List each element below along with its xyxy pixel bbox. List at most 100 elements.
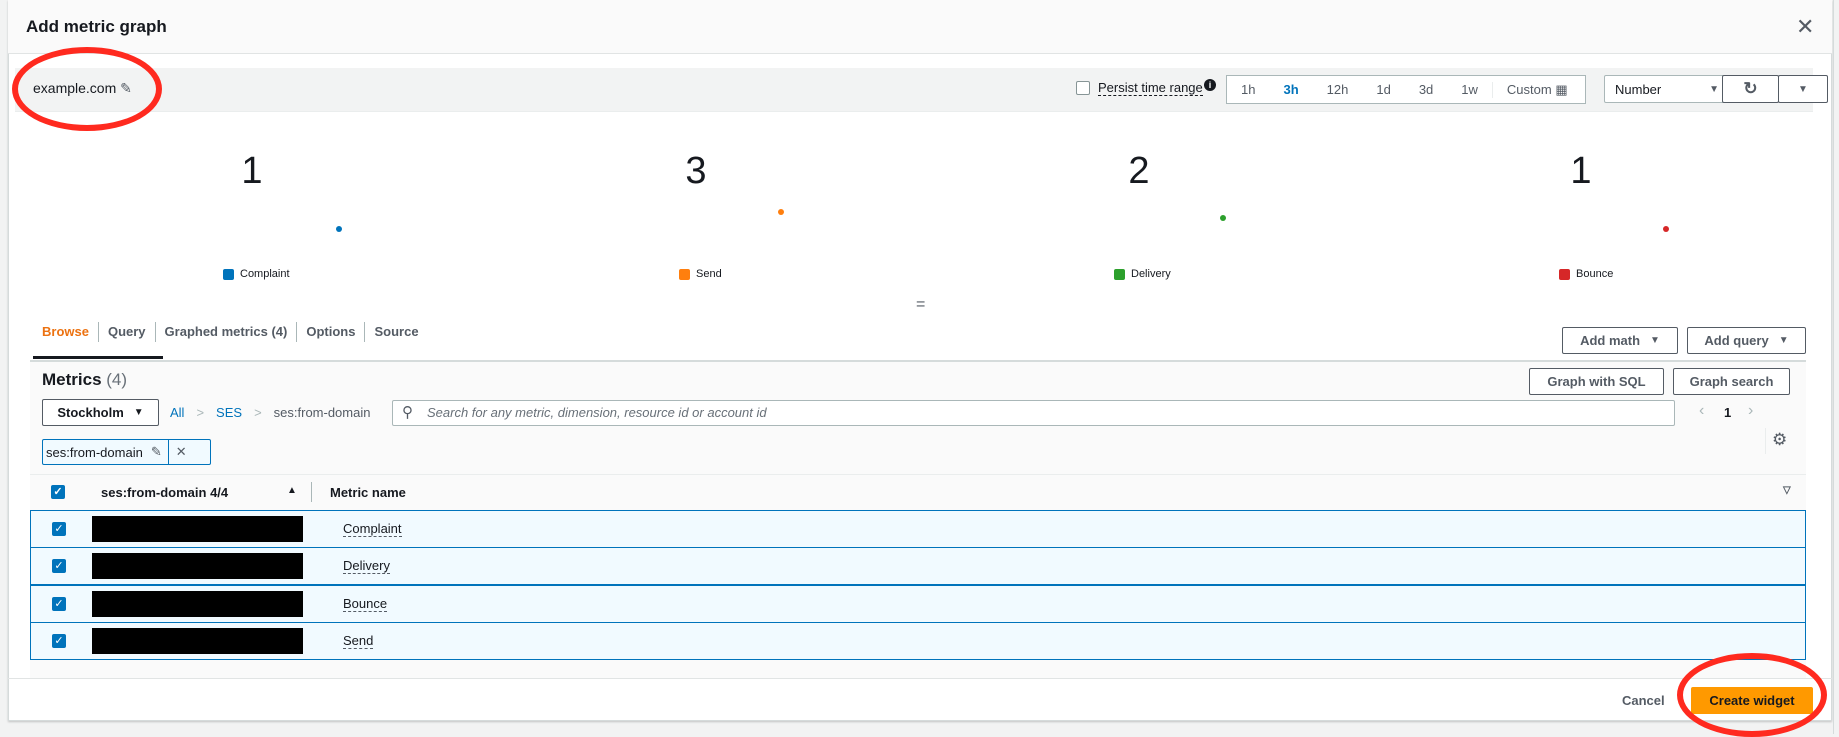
table-row[interactable]: ✓ Complaint xyxy=(30,510,1806,548)
caret-down-icon: ▼ xyxy=(1709,83,1719,95)
active-tab-indicator xyxy=(33,356,163,359)
persist-checkbox[interactable] xyxy=(1076,81,1090,95)
next-page-icon[interactable]: › xyxy=(1748,402,1753,420)
column-header-metric-name[interactable]: Metric name xyxy=(330,485,406,500)
number-widget xyxy=(33,112,1806,301)
tab-options[interactable]: Options xyxy=(297,322,366,342)
legend-swatch xyxy=(679,268,690,280)
redacted-value xyxy=(92,591,303,617)
refresh-button[interactable]: ↻ xyxy=(1722,75,1779,103)
chevron-right-icon: > xyxy=(196,405,205,420)
range-12h[interactable]: 12h xyxy=(1313,82,1363,97)
tab-graphed-metrics[interactable]: Graphed metrics (4) xyxy=(156,322,298,342)
metric-name[interactable]: Delivery xyxy=(343,558,390,574)
value-send: 3 xyxy=(685,150,707,192)
view-type-select[interactable]: Number ▼ xyxy=(1604,75,1730,103)
page-edge xyxy=(1833,0,1834,734)
close-icon[interactable]: ✕ xyxy=(1796,14,1814,40)
graph-with-sql-button[interactable]: Graph with SQL xyxy=(1529,368,1664,395)
add-math-label: Add math xyxy=(1580,333,1641,348)
legend-delivery[interactable]: Delivery xyxy=(1114,268,1171,280)
refresh-icon: ↻ xyxy=(1743,79,1758,98)
modal-title: Add metric graph xyxy=(26,17,167,36)
sparkline-point-delivery xyxy=(1220,215,1226,221)
sparkline-point-complaint xyxy=(336,226,342,232)
legend-label: Send xyxy=(696,268,722,280)
redacted-value xyxy=(92,628,303,654)
caret-down-icon: ▼ xyxy=(1650,335,1660,346)
search-icon: ⚲ xyxy=(402,404,413,421)
table-header: ✓ ses:from-domain 4/4 ▲ Metric name ▽ xyxy=(30,474,1806,508)
annotation-circle xyxy=(12,47,162,131)
metrics-title: Metrics xyxy=(42,370,102,389)
breadcrumb-all[interactable]: All xyxy=(170,405,184,420)
filter-chip: ses:from-domain ✎ ✕ xyxy=(42,439,211,465)
prev-page-icon[interactable]: ‹ xyxy=(1699,402,1704,420)
range-3h[interactable]: 3h xyxy=(1269,82,1312,97)
metric-name[interactable]: Send xyxy=(343,633,374,649)
legend-swatch xyxy=(223,268,234,280)
column-header-domain[interactable]: ses:from-domain 4/4 xyxy=(101,485,228,500)
gear-icon[interactable]: ⚙ xyxy=(1772,430,1787,450)
row-checkbox[interactable]: ✓ xyxy=(52,559,66,573)
table-row[interactable]: ✓ Bounce xyxy=(30,585,1806,623)
resize-handle[interactable]: = xyxy=(916,296,925,314)
row-checkbox[interactable]: ✓ xyxy=(52,522,66,536)
value-bounce: 1 xyxy=(1570,150,1592,192)
table-row[interactable]: ✓ Delivery xyxy=(30,547,1806,585)
caret-down-icon: ▼ xyxy=(1798,83,1808,95)
row-checkbox[interactable]: ✓ xyxy=(52,597,66,611)
range-3d[interactable]: 3d xyxy=(1405,82,1447,97)
caret-down-icon: ▼ xyxy=(1778,335,1789,346)
region-value: Stockholm xyxy=(57,405,124,420)
divider xyxy=(1765,428,1766,454)
region-select[interactable]: Stockholm ▼ xyxy=(42,399,159,426)
legend-bounce[interactable]: Bounce xyxy=(1559,268,1613,280)
graph-sql-label: Graph with SQL xyxy=(1547,374,1646,389)
filter-chip-label: ses:from-domain xyxy=(46,444,143,460)
row-checkbox[interactable]: ✓ xyxy=(52,634,66,648)
column-divider xyxy=(311,482,312,502)
breadcrumb-current: ses:from-domain xyxy=(273,405,371,420)
info-icon[interactable]: i xyxy=(1204,79,1216,91)
tabs: Browse Query Graphed metrics (4) Options… xyxy=(42,322,428,342)
breadcrumb: All > SES > ses:from-domain xyxy=(170,405,370,420)
tab-browse[interactable]: Browse xyxy=(42,322,99,342)
edit-icon[interactable]: ✎ xyxy=(151,444,168,460)
table-row[interactable]: ✓ Send xyxy=(30,622,1806,660)
value-delivery: 2 xyxy=(1128,150,1150,192)
metric-name[interactable]: Complaint xyxy=(343,521,402,537)
metrics-heading: Metrics (4) xyxy=(42,370,127,390)
range-1h[interactable]: 1h xyxy=(1227,82,1269,97)
metric-search-input[interactable]: Search for any metric, dimension, resour… xyxy=(392,400,1675,426)
range-1w[interactable]: 1w xyxy=(1447,82,1492,97)
caret-down-icon: ▼ xyxy=(133,407,144,418)
range-custom[interactable]: Custom ▦ xyxy=(1491,81,1582,98)
add-query-button[interactable]: Add query ▼ xyxy=(1687,327,1806,354)
column-settings-icon[interactable]: ▽ xyxy=(1783,485,1791,496)
add-query-label: Add query xyxy=(1704,333,1769,348)
remove-filter-icon[interactable]: ✕ xyxy=(167,440,194,464)
tab-source[interactable]: Source xyxy=(365,322,427,342)
metric-name[interactable]: Bounce xyxy=(343,596,388,612)
legend-label: Delivery xyxy=(1131,268,1171,280)
sort-ascending-icon[interactable]: ▲ xyxy=(287,485,297,496)
select-all-checkbox[interactable]: ✓ xyxy=(51,485,65,499)
add-math-button[interactable]: Add math ▼ xyxy=(1562,327,1678,354)
tab-query[interactable]: Query xyxy=(99,322,156,342)
legend-label: Bounce xyxy=(1576,268,1614,280)
legend-complaint[interactable]: Complaint xyxy=(223,268,290,280)
custom-label: Custom xyxy=(1506,81,1552,97)
cancel-button[interactable]: Cancel xyxy=(1622,693,1665,708)
legend-swatch xyxy=(1114,268,1125,280)
footer-divider xyxy=(8,678,1832,679)
range-1d[interactable]: 1d xyxy=(1362,82,1404,97)
refresh-options-button[interactable]: ▼ xyxy=(1778,75,1828,103)
page-number[interactable]: 1 xyxy=(1724,405,1731,420)
persist-label: Persist time range xyxy=(1098,80,1203,96)
graph-search-button[interactable]: Graph search xyxy=(1673,368,1790,395)
view-type-value: Number xyxy=(1615,81,1662,97)
sparkline-point-send xyxy=(778,209,784,215)
breadcrumb-ses[interactable]: SES xyxy=(216,405,242,420)
legend-send[interactable]: Send xyxy=(679,268,722,280)
